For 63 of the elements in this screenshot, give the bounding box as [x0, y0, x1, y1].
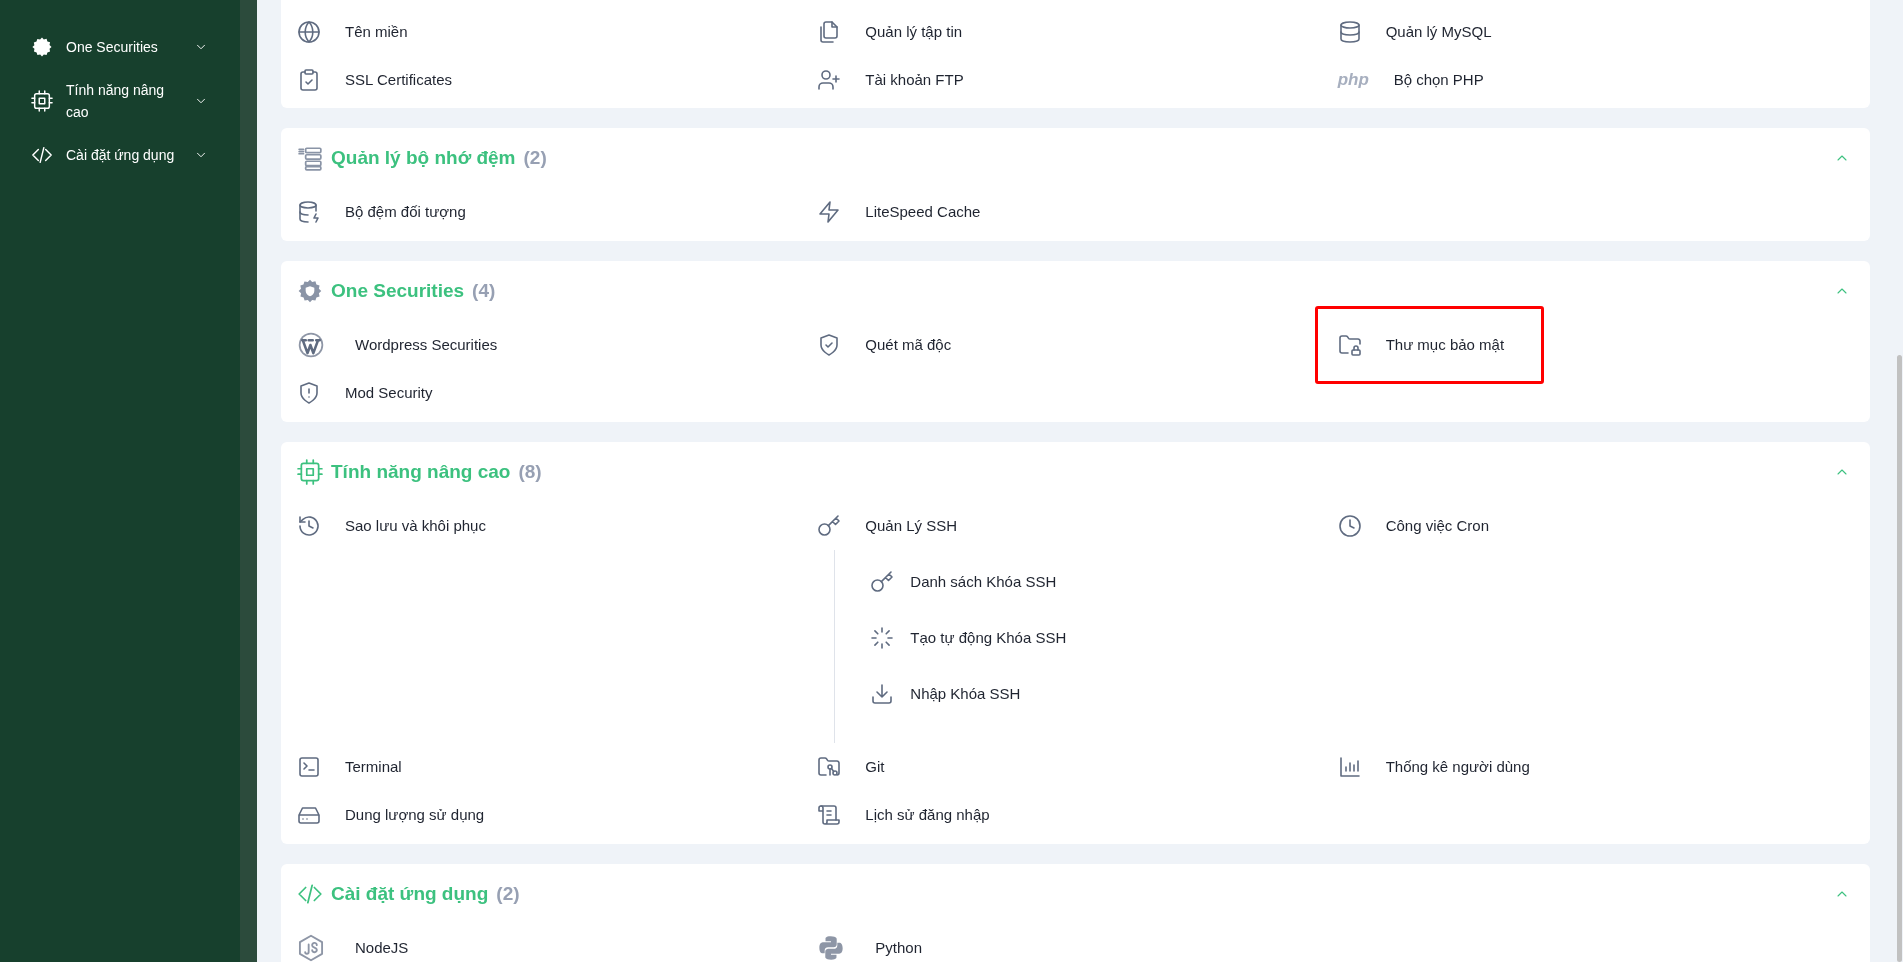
shield-alert-icon: [297, 381, 321, 405]
tool-link[interactable]: Bộ đệm đối tượng: [297, 200, 466, 224]
clipboard-check-icon: [297, 68, 321, 92]
tool-link[interactable]: Lịch sử đăng nhập: [817, 803, 990, 827]
chip-icon: [31, 90, 53, 112]
hexagon-js-icon: [297, 934, 325, 962]
clock-icon: [1337, 514, 1362, 538]
tool-link[interactable]: Công việc Cron: [1337, 514, 1490, 538]
tool-link[interactable]: SSL Certificates: [297, 68, 452, 92]
section-count: (8): [518, 459, 542, 484]
python-logo-icon: [817, 934, 846, 962]
sidebar-item[interactable]: One Securities: [0, 20, 240, 74]
tool-link[interactable]: Quản lý MySQL: [1337, 20, 1492, 44]
history-icon: [297, 514, 321, 538]
bar-chart-icon: [1337, 755, 1362, 779]
tool-link[interactable]: Python: [817, 934, 923, 962]
tool-link[interactable]: Dung lượng sử dụng: [297, 803, 485, 827]
terminal-icon: [297, 755, 321, 779]
folder-lock-icon: [1337, 333, 1362, 357]
database-bolt-icon: [297, 200, 321, 224]
section-title: Cài đặt ứng dụng: [331, 881, 489, 906]
chip-icon: [297, 459, 323, 485]
tool-link[interactable]: Sao lưu và khôi phục: [297, 514, 486, 538]
tool-link[interactable]: Tài khoản FTP: [817, 68, 964, 92]
scrollbar-thumb[interactable]: [1897, 355, 1902, 962]
key-icon: [870, 570, 895, 594]
tool-link[interactable]: Thư mục bảo mật: [1337, 333, 1505, 357]
sidebar-item[interactable]: Tính năng nâng cao: [0, 74, 240, 128]
server-stack-icon: [297, 145, 323, 171]
tool-link[interactable]: Nhập Khóa SSH: [870, 682, 1021, 706]
tool-link[interactable]: Quản Lý SSH: [817, 514, 958, 538]
tool-link[interactable]: Mod Security: [297, 381, 433, 405]
sidebar-item[interactable]: Cài đặt ứng dụng: [0, 128, 240, 182]
tool-link[interactable]: Quản lý tập tin: [817, 20, 963, 44]
database-icon: [1337, 20, 1362, 44]
lightning-bolt-icon: [817, 200, 842, 224]
section-title: One Securities: [331, 278, 465, 303]
tool-link[interactable]: php Bộ chọn PHP: [1337, 67, 1484, 93]
tool-link[interactable]: Quét mã độc: [817, 333, 952, 357]
user-plus-icon: [817, 68, 842, 92]
tool-link[interactable]: LiteSpeed Cache: [817, 200, 981, 224]
code-icon: [31, 144, 53, 166]
tool-link[interactable]: Thống kê người dùng: [1337, 755, 1530, 779]
tool-link[interactable]: Danh sách Khóa SSH: [870, 570, 1057, 594]
tool-link[interactable]: Terminal: [297, 755, 402, 779]
tool-link[interactable]: NodeJS: [297, 934, 409, 962]
section-title: Tính năng nâng cao: [331, 459, 511, 484]
download-icon: [870, 682, 895, 706]
php-logo-icon: php: [1337, 67, 1370, 93]
section-count: (2): [496, 881, 520, 906]
folder-git-icon: [817, 755, 842, 779]
loading-spinner-icon: [870, 626, 895, 650]
globe-icon: [297, 20, 321, 44]
tool-link[interactable]: Git: [817, 755, 885, 779]
tool-link[interactable]: Tên miền: [297, 20, 408, 44]
wordpress-icon: [297, 331, 325, 359]
scroll-icon: [817, 803, 842, 827]
section-count: (4): [472, 278, 496, 303]
section-title: Quản lý bộ nhớ đệm: [331, 145, 516, 170]
section-count: (2): [523, 145, 547, 170]
tool-link[interactable]: Tạo tự động Khóa SSH: [870, 626, 1067, 650]
tool-link[interactable]: Wordpress Securities: [297, 331, 498, 359]
key-icon: [817, 514, 842, 538]
